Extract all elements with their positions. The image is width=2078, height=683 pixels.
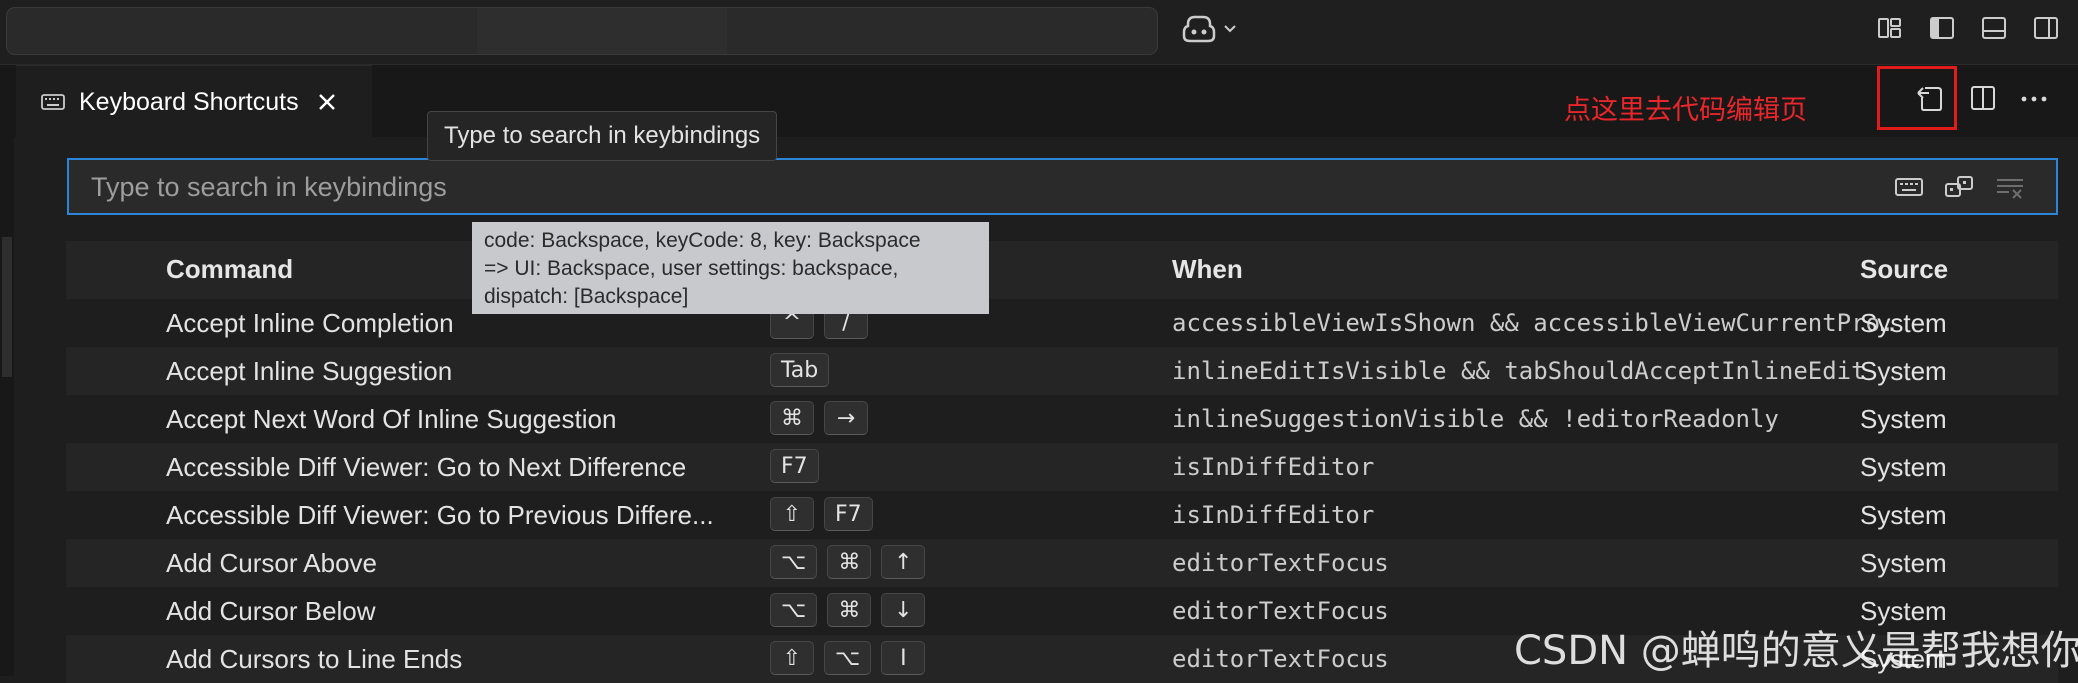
split-editor-icon[interactable] [1967,82,1999,114]
key-info-tooltip: code: Backspace, keyCode: 8, key: Backsp… [472,222,989,314]
table-row[interactable]: Accessible Diff Viewer: Go to Previous D… [66,491,2058,539]
key-cap: ⌘ [827,593,872,627]
command-center-blur [477,8,727,54]
keybindings-search-box[interactable] [67,158,2058,215]
source-cell: System [1860,452,1947,482]
clear-search-icon[interactable] [1995,174,2025,200]
sort-by-precedence-icon[interactable] [1944,174,1974,200]
key-cap: ⌘ [770,401,814,435]
source-cell: System [1860,308,1947,338]
key-cap: ↓ [881,593,926,627]
source-cell: System [1860,404,1947,434]
key-cap: ⌘ [827,545,872,579]
table-row[interactable]: Accept Inline Completion ^ / accessibleView… [66,299,2058,347]
key-cap: F7 [824,497,873,531]
keybinding-cell: Tab [770,353,830,387]
chevron-down-icon [1224,25,1236,33]
watermark: CSDN @蝉鸣的意义是帮我想你 [1514,628,2078,674]
command-center[interactable] [6,7,1158,55]
keybindings-table: Command When Source Accept Inline Comple… [66,241,2058,683]
copilot-icon [1182,15,1216,43]
source-cell: System [1860,548,1947,578]
keybinding-cell: ⌥ ⌘ ↑ [770,545,926,579]
when-cell: inlineEditIsVisible && tabShouldAcceptIn… [1172,357,1866,385]
when-cell: editorTextFocus [1172,645,1389,673]
title-bar [0,0,2078,65]
table-row[interactable]: Accept Inline Suggestion Tab inlineEditIsV… [66,347,2058,395]
more-actions-icon[interactable] [2018,82,2050,114]
annotation-text: 点这里去代码编辑页 [1564,95,1807,126]
keybinding-cell: ⇧ ⌥ I [770,641,926,675]
open-keybindings-json-icon[interactable] [1914,82,1946,114]
tab-label: Keyboard Shortcuts [79,87,299,116]
keybinding-cell: ⇧ F7 [770,497,873,531]
header-command[interactable]: Command [166,254,293,285]
keybinding-cell: ⌥ ⌘ ↓ [770,593,926,627]
when-cell: editorTextFocus [1172,597,1389,625]
key-info-line: code: Backspace, keyCode: 8, key: Backsp… [484,229,921,252]
when-cell: accessibleViewIsShown && accessibleViewC… [1172,309,1902,337]
keyboard-icon [41,94,65,110]
keybinding-cell: ⌘ → [770,401,868,435]
table-header: Command When Source [66,241,2058,299]
when-cell: isInDiffEditor [1172,453,1375,481]
record-keys-icon[interactable] [1894,174,1924,200]
copilot-menu[interactable] [1182,14,1238,44]
key-cap: → [824,401,868,435]
command-cell: Accessible Diff Viewer: Go to Next Diffe… [166,452,687,482]
key-cap: ⇧ [770,497,814,531]
command-cell: Add Cursors to Line Ends [166,644,463,674]
tab-keyboard-shortcuts[interactable]: Keyboard Shortcuts [16,65,372,138]
key-info-line: => UI: Backspace, user settings: backspa… [484,257,899,280]
search-input[interactable] [89,160,1693,215]
source-cell: System [1860,356,1947,386]
keybinding-cell: F7 [770,449,819,483]
key-cap: ⌥ [770,545,818,579]
key-cap: ⌥ [824,641,872,675]
when-cell: editorTextFocus [1172,549,1389,577]
when-cell: inlineSuggestionVisible && !editorReadon… [1172,405,1779,433]
customize-layout-icon[interactable] [1876,14,1904,42]
table-row[interactable]: Accept Next Word Of Inline Suggestion ⌘ → i… [66,395,2058,443]
search-tooltip: Type to search in keybindings [427,111,778,161]
command-cell: Add Cursor Above [166,548,378,578]
source-cell: System [1860,500,1947,530]
command-cell: Accept Next Word Of Inline Suggestion [166,404,617,434]
command-cell: Add Cursor Below [166,596,376,626]
header-source[interactable]: Source [1860,254,1948,285]
sidebar-scrollbar[interactable] [2,237,12,377]
command-cell: Accessible Diff Viewer: Go to Previous D… [166,500,714,530]
key-cap: ⌥ [770,593,818,627]
toggle-secondary-sidebar-icon[interactable] [2032,14,2060,42]
when-cell: isInDiffEditor [1172,501,1375,529]
key-cap: Tab [770,353,830,387]
table-row[interactable]: Accessible Diff Viewer: Go to Next Diffe… [66,443,2058,491]
sidebar-edge [0,137,14,676]
key-cap: ⇧ [770,641,814,675]
close-icon[interactable] [315,90,339,114]
table-row[interactable]: Add Cursor Above ⌥ ⌘ ↑ editorTextFocus System [66,539,2058,587]
key-cap: ↑ [881,545,926,579]
command-cell: Accept Inline Completion [166,308,454,338]
key-cap: F7 [770,449,819,483]
header-when[interactable]: When [1172,254,1243,285]
toggle-panel-icon[interactable] [1980,14,2008,42]
toggle-primary-sidebar-icon[interactable] [1928,14,1956,42]
key-cap: I [881,641,926,675]
command-cell: Accept Inline Suggestion [166,356,453,386]
key-info-line: dispatch: [Backspace] [484,285,689,308]
